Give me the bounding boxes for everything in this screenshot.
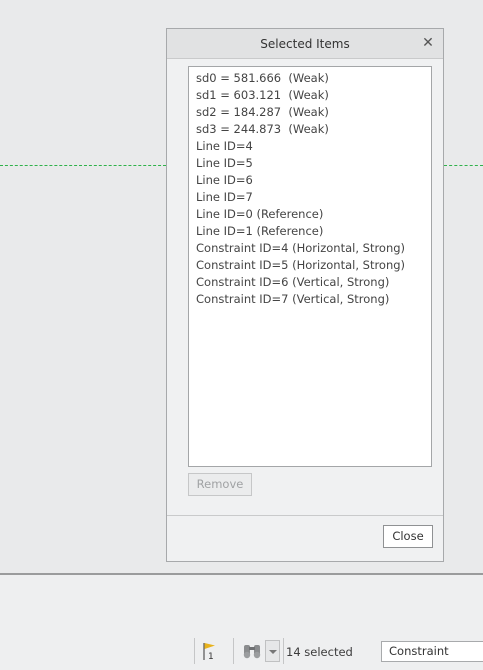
list-item[interactable]: sd3 = 244.873 (Weak) bbox=[196, 121, 431, 138]
selection-filter-select[interactable]: Constraint bbox=[381, 641, 483, 662]
list-item[interactable]: Constraint ID=5 (Horizontal, Strong) bbox=[196, 257, 431, 274]
list-item[interactable]: sd0 = 581.666 (Weak) bbox=[196, 70, 431, 87]
close-button[interactable]: Close bbox=[383, 525, 433, 548]
list-item[interactable]: Line ID=6 bbox=[196, 172, 431, 189]
list-item[interactable]: Line ID=4 bbox=[196, 138, 431, 155]
status-divider bbox=[233, 638, 234, 664]
find-dropdown-button[interactable] bbox=[265, 640, 280, 662]
binoculars-icon[interactable] bbox=[242, 642, 262, 660]
remove-button[interactable]: Remove bbox=[188, 473, 252, 496]
reference-line bbox=[444, 165, 483, 166]
list-item[interactable]: Constraint ID=7 (Vertical, Strong) bbox=[196, 291, 431, 308]
list-item[interactable]: Line ID=5 bbox=[196, 155, 431, 172]
selected-count: 14 selected bbox=[286, 645, 353, 659]
list-item[interactable]: Line ID=1 (Reference) bbox=[196, 223, 431, 240]
list-item[interactable]: Line ID=7 bbox=[196, 189, 431, 206]
selected-items-dialog: Selected Items ✕ sd0 = 581.666 (Weak) sd… bbox=[166, 28, 444, 562]
status-divider bbox=[283, 638, 284, 664]
flag-count: 1 bbox=[208, 652, 214, 661]
list-item[interactable]: Line ID=0 (Reference) bbox=[196, 206, 431, 223]
selected-items-list[interactable]: sd0 = 581.666 (Weak) sd1 = 603.121 (Weak… bbox=[188, 66, 432, 467]
list-item[interactable]: Constraint ID=6 (Vertical, Strong) bbox=[196, 274, 431, 291]
list-item[interactable]: sd1 = 603.121 (Weak) bbox=[196, 87, 431, 104]
flag-icon[interactable]: 1 bbox=[201, 641, 219, 661]
list-item[interactable]: sd2 = 184.287 (Weak) bbox=[196, 104, 431, 121]
dialog-header[interactable]: Selected Items ✕ bbox=[167, 29, 443, 59]
status-divider bbox=[194, 638, 195, 664]
list-item[interactable]: Constraint ID=4 (Horizontal, Strong) bbox=[196, 240, 431, 257]
dialog-title: Selected Items bbox=[260, 37, 350, 51]
dialog-divider bbox=[167, 515, 443, 516]
reference-line bbox=[0, 165, 166, 166]
close-icon[interactable]: ✕ bbox=[421, 36, 435, 50]
